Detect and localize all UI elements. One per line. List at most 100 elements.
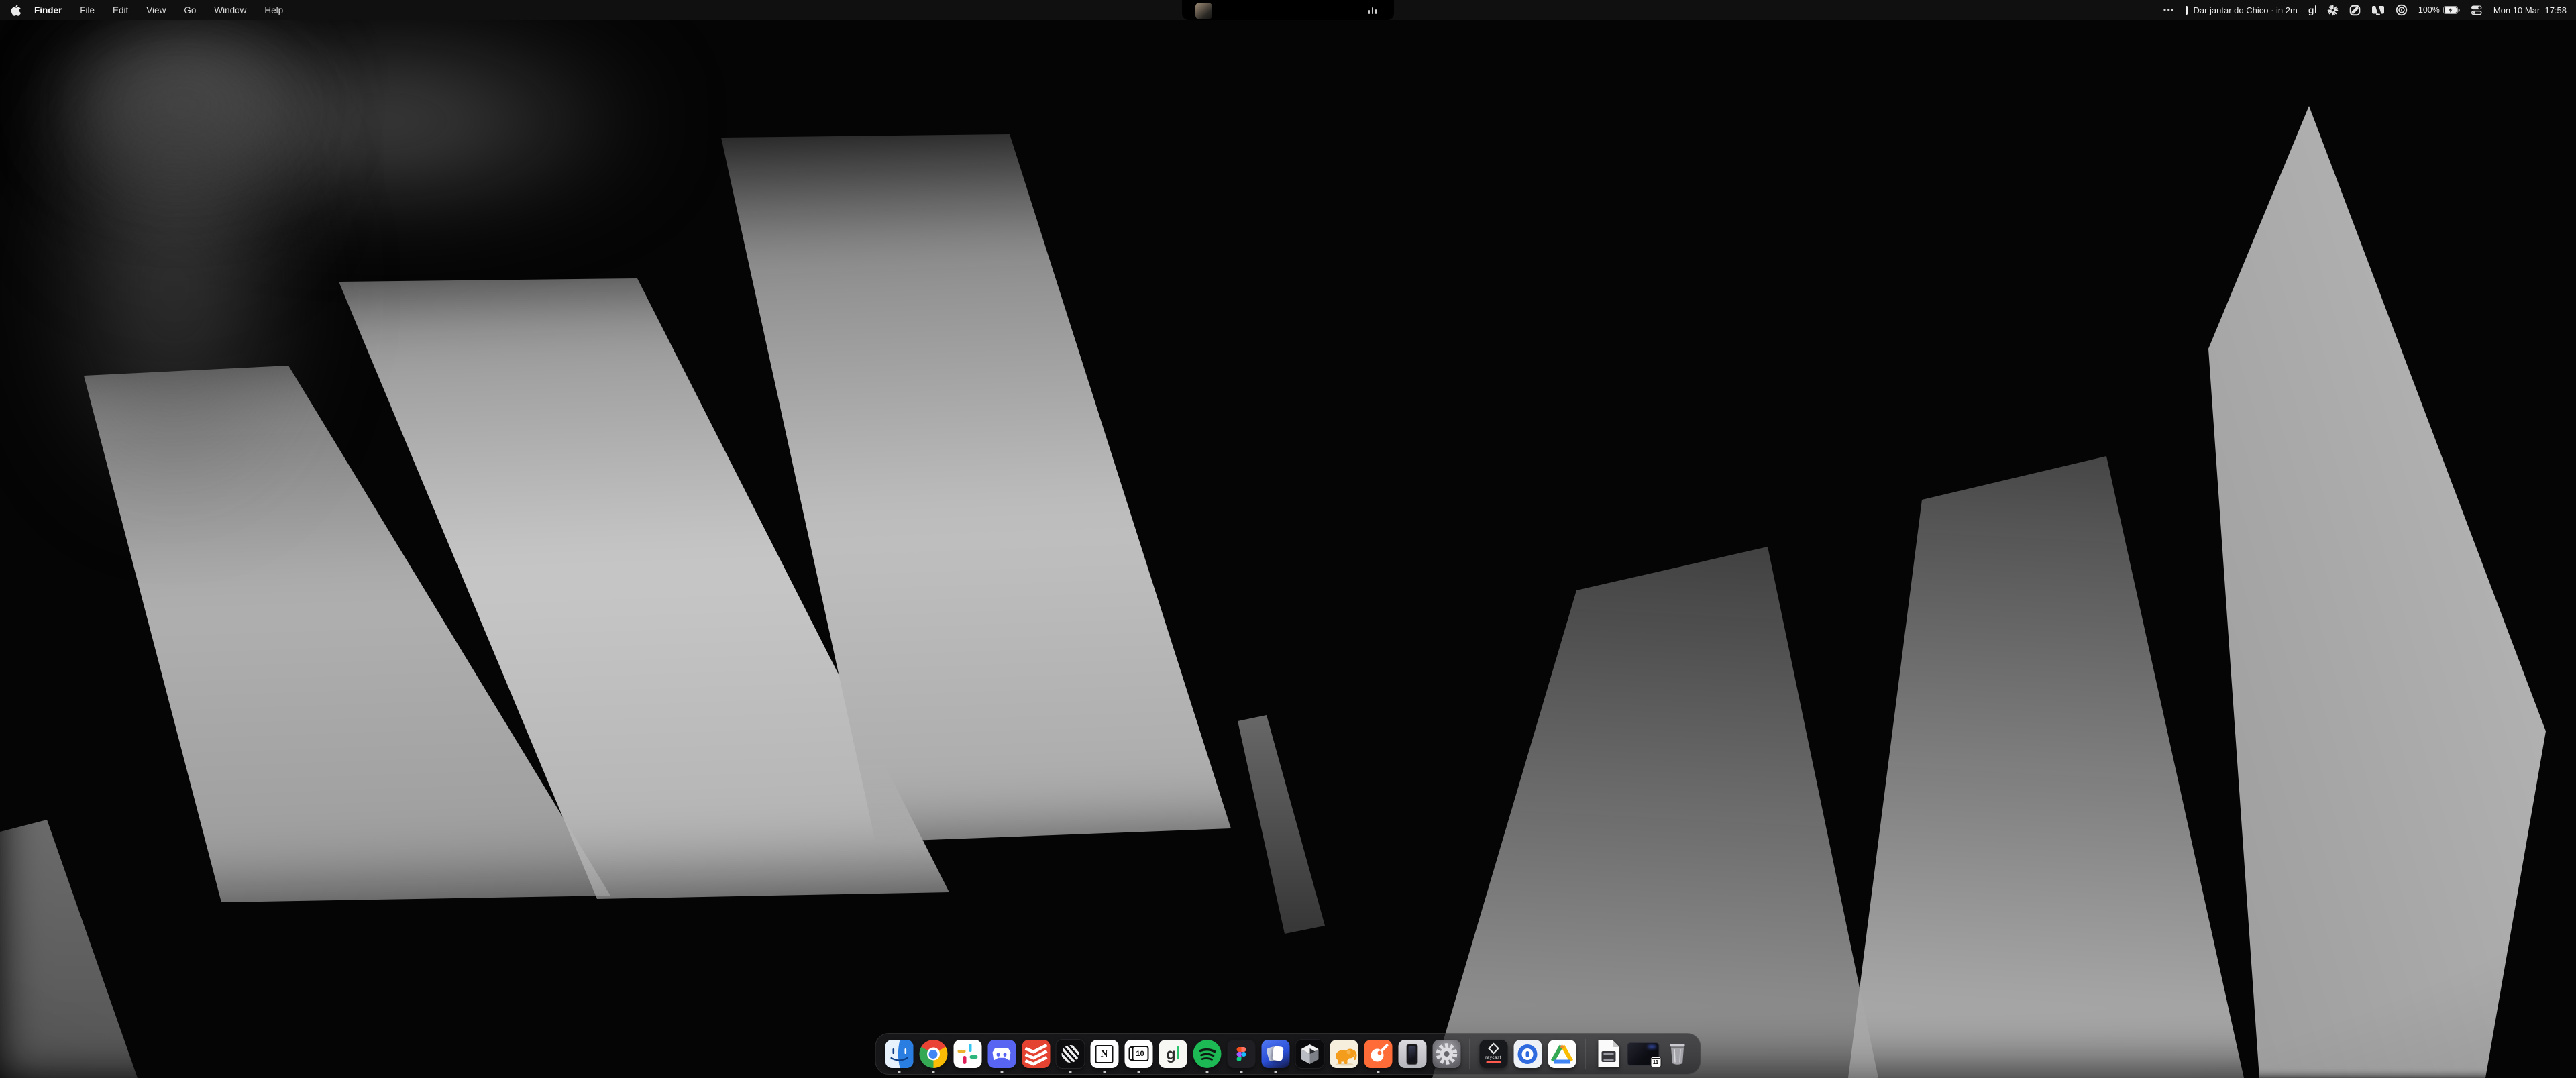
dock-item-postico[interactable]: [1327, 1033, 1361, 1075]
dock-item-google-drive[interactable]: [1545, 1033, 1579, 1075]
raycast-icon: raycast: [1479, 1040, 1507, 1068]
spotify-icon: [1193, 1040, 1221, 1068]
dock-item-downloads-stack[interactable]: 11: [1626, 1033, 1660, 1075]
menu-go[interactable]: Go: [184, 5, 196, 15]
wallpaper-beam: [0, 0, 2576, 1078]
apple-menu-icon[interactable]: [11, 4, 21, 17]
dock-item-granola[interactable]: g: [1156, 1033, 1190, 1075]
dock-item-finder[interactable]: [882, 1033, 916, 1075]
granola-icon[interactable]: g: [2308, 5, 2316, 15]
active-app-menu[interactable]: Finder: [34, 5, 62, 15]
dock: N 10 g: [875, 1033, 1701, 1075]
dock-item-iphone-mirroring[interactable]: [1395, 1033, 1430, 1075]
dock-item-todoist[interactable]: [1019, 1033, 1053, 1075]
flower-icon[interactable]: [2327, 5, 2339, 16]
screenshot-stack-icon: 11: [1627, 1042, 1659, 1066]
dock-item-figma[interactable]: [1224, 1033, 1258, 1075]
dock-item-cube-app[interactable]: [1293, 1033, 1327, 1075]
hidden-status-items-icon[interactable]: •••: [2163, 5, 2175, 15]
running-indicator: [932, 1071, 934, 1073]
badge-number: 11: [1653, 1059, 1658, 1065]
trash-icon: [1663, 1040, 1691, 1068]
running-indicator: [1000, 1071, 1003, 1073]
menu-edit[interactable]: Edit: [113, 5, 128, 15]
iphone-icon: [1398, 1040, 1426, 1068]
calendar-date-number: 10: [1132, 1046, 1148, 1061]
keyhole-glyph: [2396, 4, 2408, 16]
granola-glyph: g: [2308, 5, 2314, 15]
wallpaper-streak: [0, 0, 2576, 1078]
wallpaper-vignette: [0, 0, 2576, 1078]
running-indicator: [1377, 1071, 1379, 1073]
notion-icon: N: [1090, 1040, 1118, 1068]
onepassword-icon[interactable]: [2396, 4, 2408, 16]
menu-help[interactable]: Help: [264, 5, 283, 15]
wallpaper-streak: [0, 0, 2576, 1078]
flower-glyph: [2327, 5, 2339, 16]
wallpaper-wedge: [0, 0, 2576, 1078]
chrome-icon: [919, 1040, 947, 1068]
menu-bar-status: ••• Dar jantar do Chico · in 2m g: [2163, 0, 2567, 20]
gear-icon: [1432, 1040, 1460, 1068]
dock-item-raycast[interactable]: raycast: [1477, 1033, 1511, 1075]
granola-cursor: [1177, 1046, 1179, 1059]
dock-item-blue-cards-app[interactable]: [1258, 1033, 1293, 1075]
apple-logo: [11, 4, 21, 17]
squircle-swoosh-icon[interactable]: [2349, 5, 2361, 16]
archive-file-icon: [1598, 1040, 1619, 1067]
wallpaper-beam: [0, 0, 2576, 1078]
running-indicator: [1137, 1071, 1140, 1073]
menu-file[interactable]: File: [80, 5, 95, 15]
granola-icon: g: [1159, 1040, 1187, 1068]
battery-percent: 100%: [2418, 5, 2440, 15]
dock-item-postman[interactable]: [1361, 1033, 1395, 1075]
dock-item-notion[interactable]: N: [1087, 1033, 1122, 1075]
menu-window[interactable]: Window: [214, 5, 246, 15]
running-indicator: [1240, 1071, 1242, 1073]
notch-music-widget[interactable]: [1182, 0, 1394, 20]
dock-item-system-settings[interactable]: [1430, 1033, 1464, 1075]
finder-icon: [885, 1040, 913, 1068]
menu-bar-clock[interactable]: Mon 10 Mar 17:58: [2493, 5, 2567, 15]
dock-item-chrome[interactable]: [916, 1033, 951, 1075]
figma-icon: [1227, 1040, 1255, 1068]
display-glyph: [2371, 5, 2385, 16]
drive-triangle-icon: [1548, 1040, 1576, 1068]
wallpaper-light-blob: [0, 0, 362, 215]
notion-letter: N: [1095, 1045, 1114, 1063]
wallpaper-beam: [0, 0, 2576, 1078]
raycast-red-line: [1486, 1061, 1501, 1063]
battery-indicator[interactable]: 100%: [2418, 5, 2460, 15]
control-center-icon[interactable]: [2471, 5, 2483, 15]
squircle-glyph: [2349, 5, 2361, 16]
linear-striped-sphere-icon: [1055, 1039, 1085, 1069]
blue-cards-icon: [1261, 1040, 1289, 1068]
event-text: Dar jantar do Chico · in 2m: [2193, 5, 2297, 15]
dock-item-slack[interactable]: [951, 1033, 985, 1075]
menu-view[interactable]: View: [146, 5, 166, 15]
dock-item-document-file[interactable]: [1592, 1033, 1626, 1075]
slack-icon: [953, 1040, 981, 1068]
running-indicator: [1069, 1071, 1071, 1073]
granola-letter: g: [1166, 1045, 1175, 1063]
dock-item-linear[interactable]: [1053, 1033, 1087, 1075]
wallpaper-beam: [0, 0, 2576, 1078]
display-icon[interactable]: [2371, 5, 2385, 16]
raycast-wordmark: raycast: [1485, 1055, 1501, 1060]
dock-separator: [1585, 1039, 1586, 1069]
dock-item-discord[interactable]: [985, 1033, 1019, 1075]
event-color-bar: [2186, 6, 2188, 15]
elephant-db-icon: [1330, 1040, 1358, 1068]
raycast-diamond: [1488, 1043, 1499, 1055]
running-indicator: [1274, 1071, 1277, 1073]
dock-item-notion-calendar[interactable]: 10: [1122, 1033, 1156, 1075]
dock-item-1password[interactable]: [1511, 1033, 1545, 1075]
wallpaper-beam: [0, 0, 2576, 1078]
desktop: Finder File Edit View Go Window Help •••…: [0, 0, 2576, 1078]
dock-item-spotify[interactable]: [1190, 1033, 1224, 1075]
audio-equalizer-icon: [1368, 6, 1377, 14]
notion-calendar-icon: 10: [1124, 1040, 1152, 1068]
dock-item-trash[interactable]: [1660, 1033, 1695, 1075]
calendar-event-item[interactable]: Dar jantar do Chico · in 2m: [2186, 5, 2298, 15]
discord-icon: [987, 1040, 1016, 1068]
